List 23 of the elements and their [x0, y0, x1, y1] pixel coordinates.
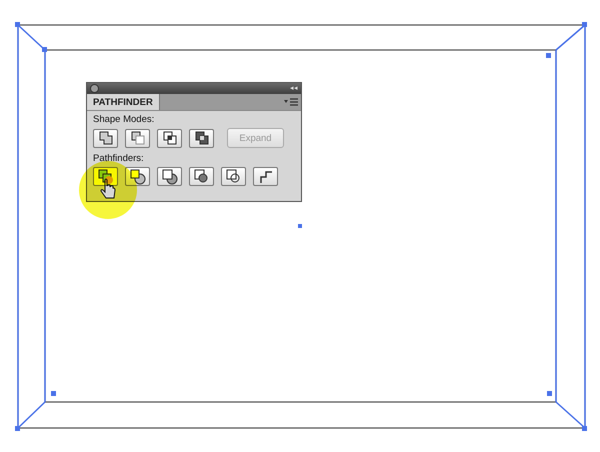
pathfinder-button[interactable]: [253, 167, 278, 186]
pathfinder-button[interactable]: [221, 167, 246, 186]
overlapping-squares-icon: [162, 130, 178, 146]
overlapping-squares-icon: [130, 130, 146, 146]
pathfinder-button[interactable]: [189, 167, 214, 186]
pathfinder-button[interactable]: [157, 167, 182, 186]
corner-shape-icon: [258, 168, 274, 184]
highlight-circle: [79, 161, 137, 219]
overlapping-squares-icon: [98, 130, 114, 146]
section-label: Shape Modes:: [93, 114, 156, 125]
section-label: Pathfinders:: [93, 153, 145, 164]
square-circle-icon: [226, 168, 242, 184]
overlapping-squares-icon: [194, 130, 210, 146]
shape-mode-button[interactable]: [125, 128, 150, 148]
square-circle-icon: [194, 168, 210, 184]
shape-mode-button[interactable]: [157, 128, 182, 148]
hand-cursor-icon: [100, 178, 116, 198]
close-icon[interactable]: [90, 84, 99, 93]
square-circle-icon: [162, 168, 178, 184]
shape-mode-button[interactable]: [189, 128, 214, 148]
menu-icon[interactable]: [284, 98, 298, 106]
panel-tab[interactable]: PATHFINDER: [87, 94, 160, 110]
shape-mode-button[interactable]: [93, 128, 118, 148]
